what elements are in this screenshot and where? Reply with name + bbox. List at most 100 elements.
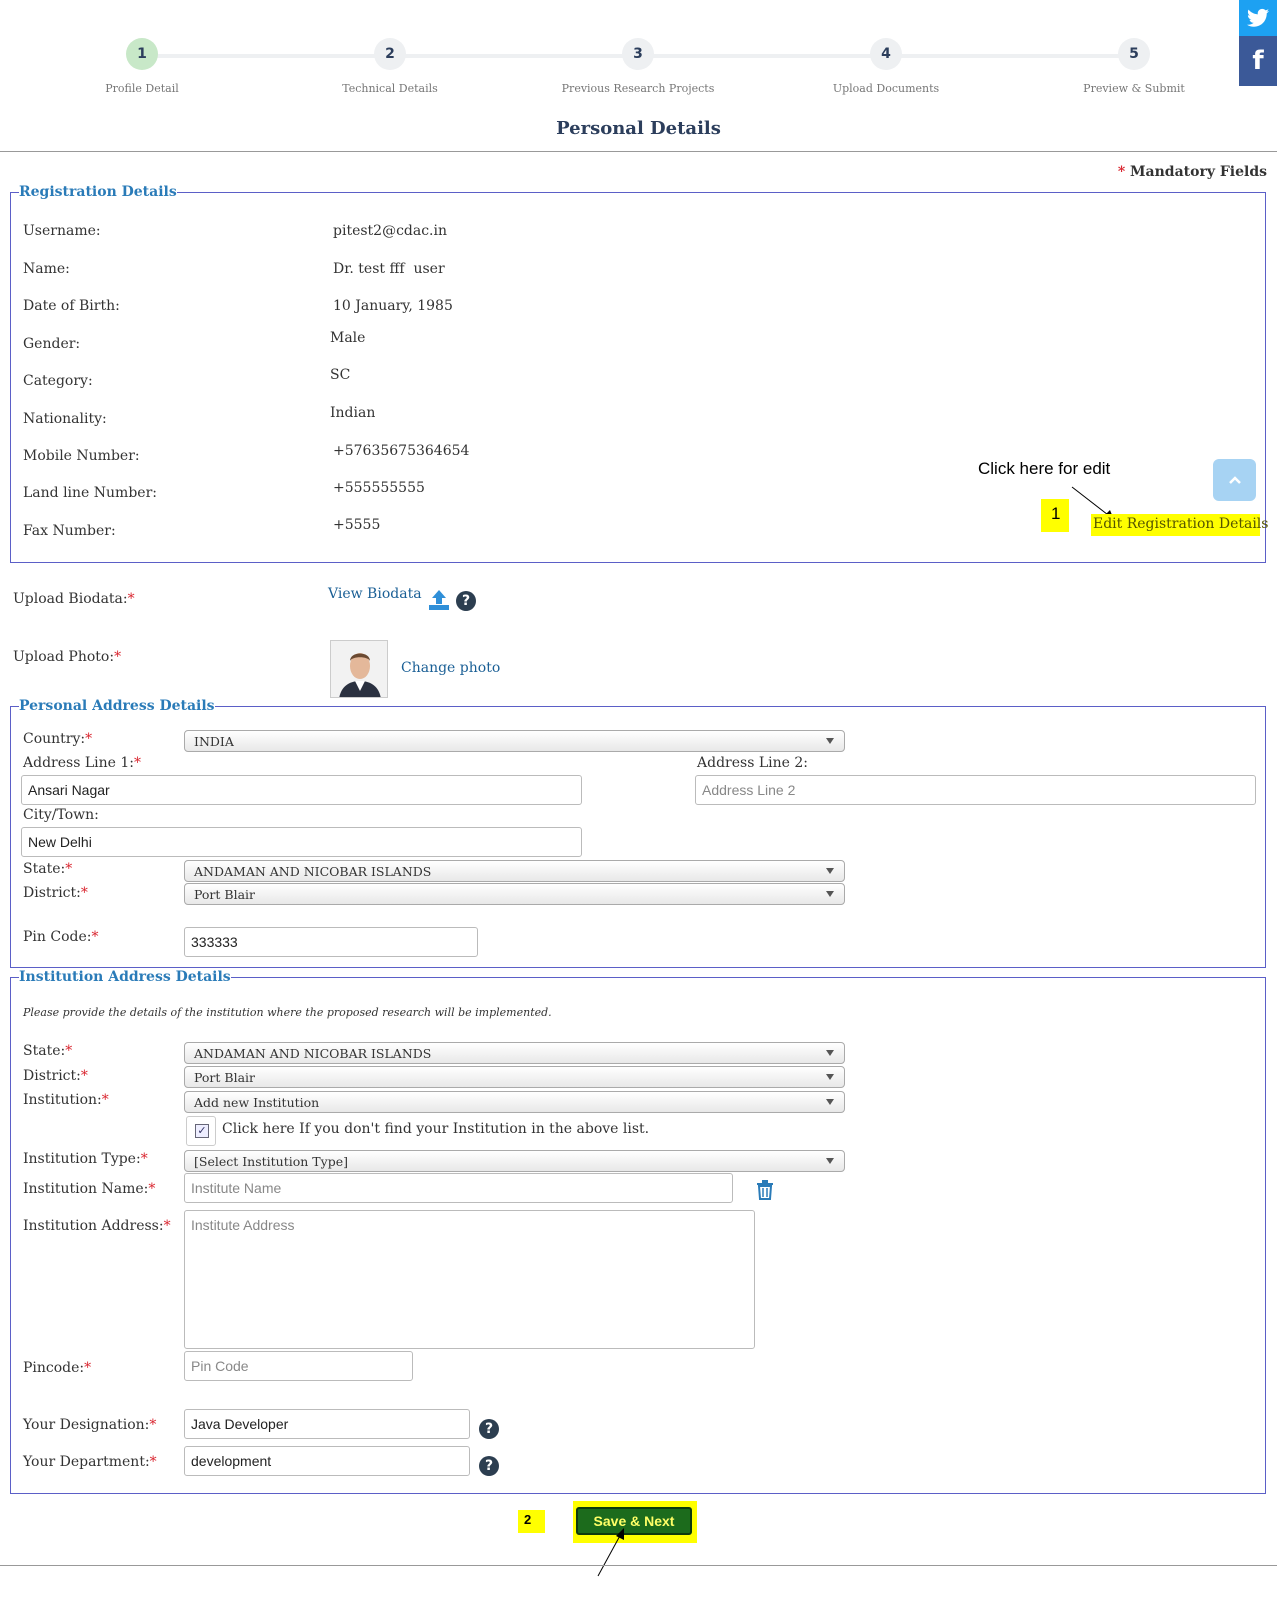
new-institution-checkbox[interactable]: ✓	[195, 1124, 209, 1138]
institution-type-select[interactable]: [Select Institution Type]	[184, 1150, 845, 1172]
step-technical-details[interactable]: 2 Technical Details	[280, 38, 500, 95]
required-star: *	[80, 1068, 88, 1084]
country-select[interactable]: INDIA	[184, 730, 845, 752]
pin-code-input[interactable]: 333333	[184, 927, 478, 957]
step-number: 4	[870, 38, 902, 70]
required-star: *	[101, 1092, 109, 1108]
step-upload-documents[interactable]: 4 Upload Documents	[776, 38, 996, 95]
facebook-button[interactable]: f	[1239, 36, 1277, 86]
edit-hint-annotation: Click here for edit	[978, 459, 1111, 478]
department-label: Your Department:*	[23, 1454, 157, 1470]
upload-icon[interactable]	[428, 589, 450, 611]
landline-label: Land line Number:	[23, 485, 157, 501]
change-photo-link[interactable]: Change photo	[401, 660, 500, 676]
fax-value: +5555	[333, 517, 381, 533]
institution-note: Please provide the details of the instit…	[23, 1006, 552, 1019]
upload-biodata-label: Upload Biodata:*	[13, 591, 135, 607]
state-label-text: State:	[23, 861, 66, 877]
facebook-icon: f	[1252, 46, 1264, 76]
required-star: *	[148, 1181, 156, 1197]
city-label: City/Town:	[23, 807, 99, 823]
inst-district-label: District:*	[23, 1068, 88, 1084]
institution-type-label: Institution Type:*	[23, 1151, 148, 1167]
required-star: *	[80, 885, 88, 901]
institution-name-label-text: Institution Name:	[23, 1181, 149, 1197]
nationality-value: Indian	[330, 405, 376, 421]
institution-select[interactable]: Add new Institution	[184, 1091, 845, 1113]
state-select[interactable]: ANDAMAN AND NICOBAR ISLANDS	[184, 860, 845, 882]
chevron-up-icon	[1228, 476, 1241, 484]
profile-photo	[330, 640, 388, 698]
required-star: *	[85, 731, 93, 747]
scroll-to-top-button[interactable]	[1213, 459, 1256, 501]
institution-address-textarea[interactable]: Institute Address	[184, 1210, 755, 1349]
required-star: *	[84, 1360, 92, 1376]
category-label: Category:	[23, 373, 93, 389]
institution-name-label: Institution Name:*	[23, 1181, 155, 1197]
new-institution-checkbox-label[interactable]: Click here If you don't find your Instit…	[222, 1121, 649, 1137]
step-label: Profile Detail	[105, 82, 179, 95]
designation-label: Your Designation:*	[23, 1417, 156, 1433]
required-star: *	[1117, 164, 1126, 180]
address-line1-input[interactable]: Ansari Nagar	[21, 775, 582, 805]
address-line2-input[interactable]: Address Line 2	[695, 775, 1256, 805]
step-previous-research-projects[interactable]: 3 Previous Research Projects	[528, 38, 748, 95]
city-input[interactable]: New Delhi	[21, 827, 582, 857]
pin-code-label-text: Pin Code:	[23, 929, 92, 945]
institution-address-label: Institution Address:*	[23, 1218, 171, 1234]
help-icon[interactable]: ?	[479, 1456, 499, 1476]
district-select[interactable]: Port Blair	[184, 883, 845, 905]
divider	[0, 1565, 1277, 1566]
required-star: *	[133, 755, 141, 771]
required-star: *	[163, 1218, 171, 1234]
institution-name-input[interactable]: Institute Name	[184, 1173, 733, 1203]
address-line1-label: Address Line 1:*	[23, 755, 141, 771]
country-label: Country:*	[23, 731, 92, 747]
gender-value: Male	[330, 330, 366, 346]
step-label: Preview & Submit	[1083, 82, 1185, 95]
step-label: Previous Research Projects	[561, 82, 715, 95]
inst-state-select[interactable]: ANDAMAN AND NICOBAR ISLANDS	[184, 1042, 845, 1064]
pincode-input[interactable]: Pin Code	[184, 1351, 413, 1381]
required-star: *	[114, 649, 122, 665]
step-profile-detail[interactable]: 1 Profile Detail	[32, 38, 252, 95]
landline-value: +555555555	[333, 480, 425, 496]
state-label: State:*	[23, 861, 72, 877]
step-number: 1	[126, 38, 158, 70]
step-preview-submit[interactable]: 5 Preview & Submit	[1024, 38, 1244, 95]
pincode-label: Pincode:*	[23, 1360, 91, 1376]
upload-biodata-text: Upload Biodata:	[13, 591, 128, 607]
step-label: Upload Documents	[832, 82, 940, 95]
annotation-marker-2: 2	[518, 1510, 545, 1533]
district-label: District:*	[23, 885, 88, 901]
help-icon[interactable]: ?	[479, 1419, 499, 1439]
institution-label-text: Institution:	[23, 1092, 102, 1108]
required-star: *	[149, 1417, 157, 1433]
inst-state-label: State:*	[23, 1043, 72, 1059]
required-star: *	[149, 1454, 157, 1470]
social-share-bar: f	[1239, 0, 1277, 86]
step-number: 2	[374, 38, 406, 70]
edit-registration-details-link[interactable]: Edit Registration Details	[1093, 516, 1268, 532]
twitter-button[interactable]	[1239, 0, 1277, 36]
inst-district-label-text: District:	[23, 1068, 81, 1084]
section-legend: Registration Details	[19, 184, 177, 200]
country-value: INDIA	[194, 734, 234, 749]
designation-input[interactable]: Java Developer	[184, 1409, 470, 1439]
trash-icon[interactable]	[756, 1180, 774, 1200]
annotation-marker-1: 1	[1041, 499, 1069, 532]
chevron-down-icon	[826, 891, 834, 897]
chevron-down-icon	[826, 1050, 834, 1056]
username-value: pitest2@cdac.in	[333, 223, 448, 239]
view-biodata-link[interactable]: View Biodata	[328, 586, 422, 602]
inst-district-select[interactable]: Port Blair	[184, 1066, 845, 1088]
department-input[interactable]: development	[184, 1446, 470, 1476]
help-icon[interactable]: ?	[456, 591, 476, 611]
institution-type-value: [Select Institution Type]	[194, 1154, 348, 1169]
mobile-value: +57635675364654	[333, 443, 470, 459]
institution-value: Add new Institution	[194, 1095, 320, 1110]
required-star: *	[140, 1151, 148, 1167]
inst-district-value: Port Blair	[194, 1070, 256, 1085]
department-label-text: Your Department:	[23, 1454, 150, 1470]
pincode-label-text: Pincode:	[23, 1360, 85, 1376]
